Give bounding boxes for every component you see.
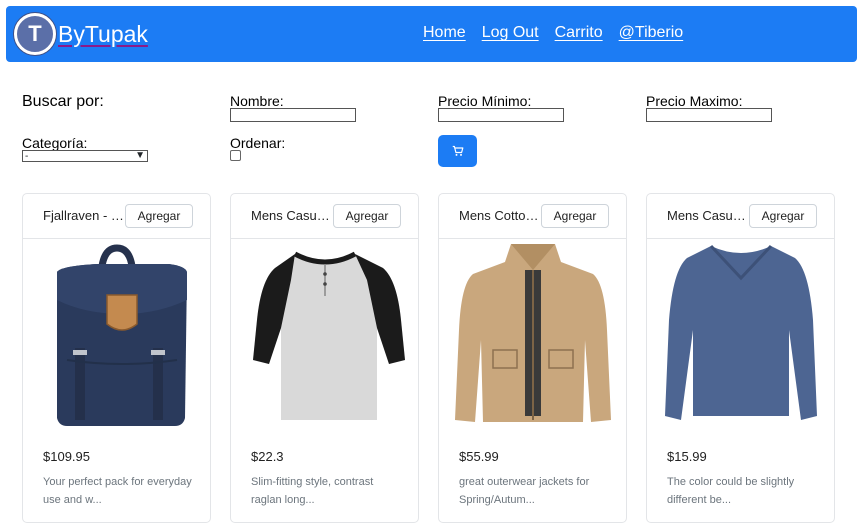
nav-user-link[interactable]: @Tiberio (619, 24, 684, 42)
order-label: Ordenar: (230, 135, 286, 151)
logo-letter: T (28, 21, 42, 46)
product-description: great outerwear jackets for Spring/Autum… (459, 476, 590, 506)
min-price-label: Precio Mínimo: (438, 93, 532, 109)
cart-icon (452, 145, 463, 156)
longsleeve-shirt-image (665, 244, 817, 420)
category-select[interactable]: - ▼ (22, 150, 148, 162)
category-selected-value: - (25, 151, 29, 162)
nav-cart-link[interactable]: Carrito (555, 24, 603, 42)
name-input[interactable] (230, 108, 356, 122)
navbar: T ByTupak Home Log Out Carrito @Tiberio (6, 6, 857, 62)
product-title: Mens Casual Slim Fit (667, 208, 751, 223)
search-by-label: Buscar por: (22, 93, 104, 110)
product-card: Mens Cotton Jacket Agregar $55.99 great … (438, 193, 627, 523)
add-to-cart-button[interactable]: Agregar (333, 204, 401, 228)
nav-logout-link[interactable]: Log Out (482, 24, 539, 42)
name-label: Nombre: (230, 93, 284, 109)
product-description: Slim-fitting style, contrast raglan long… (251, 476, 374, 506)
min-price-input[interactable] (438, 108, 564, 122)
cotton-jacket-image (455, 244, 611, 422)
product-card: Mens Casual Slim Fit Agregar $15.99 The … (646, 193, 835, 523)
product-price: $15.99 (667, 449, 707, 464)
nav-links: Home Log Out Carrito @Tiberio (423, 24, 683, 42)
card-header: Mens Cotton Jacket Agregar (439, 194, 626, 239)
max-price-input[interactable] (646, 108, 772, 122)
max-price-label: Precio Maximo: (646, 93, 743, 109)
product-title: Mens Casual Premium Slim Fit T-Shirts (251, 208, 335, 223)
product-price: $22.3 (251, 449, 284, 464)
product-description: The color could be slightly different be… (667, 476, 795, 506)
product-card: Fjallraven - Foldsack No. 1 Backpack Agr… (22, 193, 211, 523)
category-label: Categoría: (22, 135, 88, 151)
card-header: Mens Casual Slim Fit Agregar (647, 194, 834, 239)
chevron-down-icon: ▼ (135, 150, 145, 161)
add-to-cart-button[interactable]: Agregar (125, 204, 193, 228)
product-price: $55.99 (459, 449, 499, 464)
cart-button[interactable] (438, 135, 477, 167)
brand-link[interactable]: T ByTupak (14, 13, 148, 55)
add-to-cart-button[interactable]: Agregar (541, 204, 609, 228)
order-checkbox[interactable] (230, 150, 241, 161)
product-card: Mens Casual Premium Slim Fit T-Shirts Ag… (230, 193, 419, 523)
product-description: Your perfect pack for everyday use and w… (43, 476, 192, 506)
card-header: Mens Casual Premium Slim Fit T-Shirts Ag… (231, 194, 418, 239)
product-title: Fjallraven - Foldsack No. 1 Backpack (43, 208, 127, 223)
nav-home-link[interactable]: Home (423, 24, 466, 42)
brand-name: ByTupak (58, 20, 148, 47)
backpack-image (57, 244, 187, 426)
product-title: Mens Cotton Jacket (459, 208, 543, 223)
raglan-tshirt-image (253, 251, 405, 420)
product-price: $109.95 (43, 449, 90, 464)
add-to-cart-button[interactable]: Agregar (749, 204, 817, 228)
logo-icon: T (14, 13, 56, 55)
card-header: Fjallraven - Foldsack No. 1 Backpack Agr… (23, 194, 210, 239)
